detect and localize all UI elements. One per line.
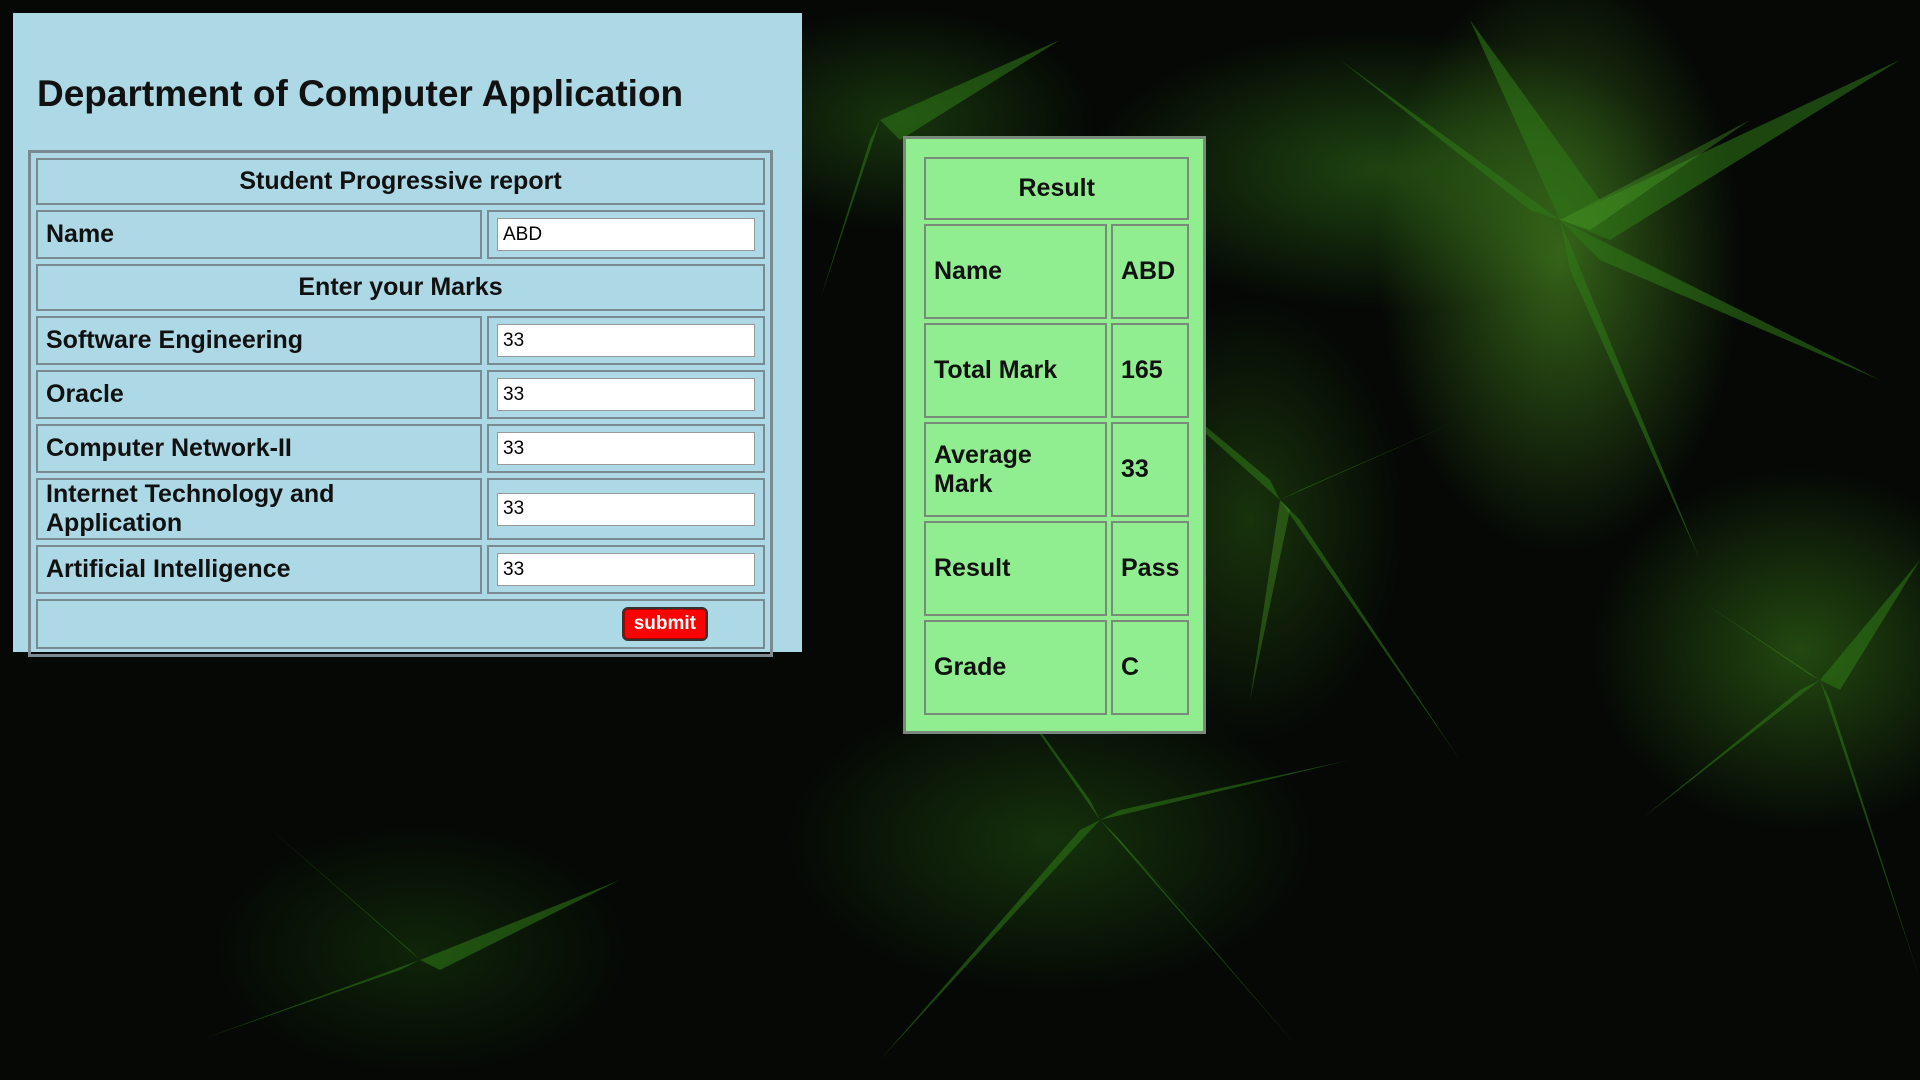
oracle-input[interactable]: [497, 378, 755, 412]
result-value: ABD: [1111, 224, 1190, 319]
name-input[interactable]: [497, 218, 755, 252]
subject-field-cell: [487, 424, 765, 473]
artificial-intelligence-input[interactable]: [497, 553, 755, 587]
result-value: C: [1111, 620, 1190, 715]
result-label: Name: [924, 224, 1107, 319]
subject-field-cell: [487, 545, 765, 594]
result-header: Result: [924, 157, 1190, 220]
report-header: Student Progressive report: [36, 158, 765, 205]
subject-label: Artificial Intelligence: [36, 545, 482, 594]
subject-field-cell: [487, 478, 765, 540]
page-title: Department of Computer Application: [37, 73, 684, 114]
result-label: Total Mark: [924, 323, 1107, 418]
subject-label: Software Engineering: [36, 316, 482, 365]
subject-label: Computer Network-II: [36, 424, 482, 473]
software-engineering-input[interactable]: [497, 324, 755, 358]
submit-cell: submit: [36, 599, 765, 649]
student-form-panel: Department of Computer Application Stude…: [13, 13, 802, 657]
subject-label: Oracle: [36, 370, 482, 419]
submit-button[interactable]: submit: [621, 607, 708, 641]
result-value: 33: [1111, 422, 1190, 517]
result-value: Pass: [1111, 521, 1190, 616]
marks-header: Enter your Marks: [36, 264, 765, 311]
subject-field-cell: [487, 316, 765, 365]
internet-technology-input[interactable]: [497, 492, 755, 526]
subject-label: Internet Technology and Application: [36, 478, 482, 540]
name-field-cell: [487, 210, 765, 259]
result-value: 165: [1111, 323, 1190, 418]
name-label: Name: [36, 210, 482, 259]
result-label: Result: [924, 521, 1107, 616]
result-label: Grade: [924, 620, 1107, 715]
result-panel: Result Name ABD Total Mark 165 Average M…: [903, 136, 1206, 734]
computer-network-input[interactable]: [497, 432, 755, 466]
student-report-table: Student Progressive report Name Enter yo…: [28, 150, 773, 657]
result-table: Result Name ABD Total Mark 165 Average M…: [920, 153, 1193, 719]
result-label: Average Mark: [924, 422, 1107, 517]
subject-field-cell: [487, 370, 765, 419]
